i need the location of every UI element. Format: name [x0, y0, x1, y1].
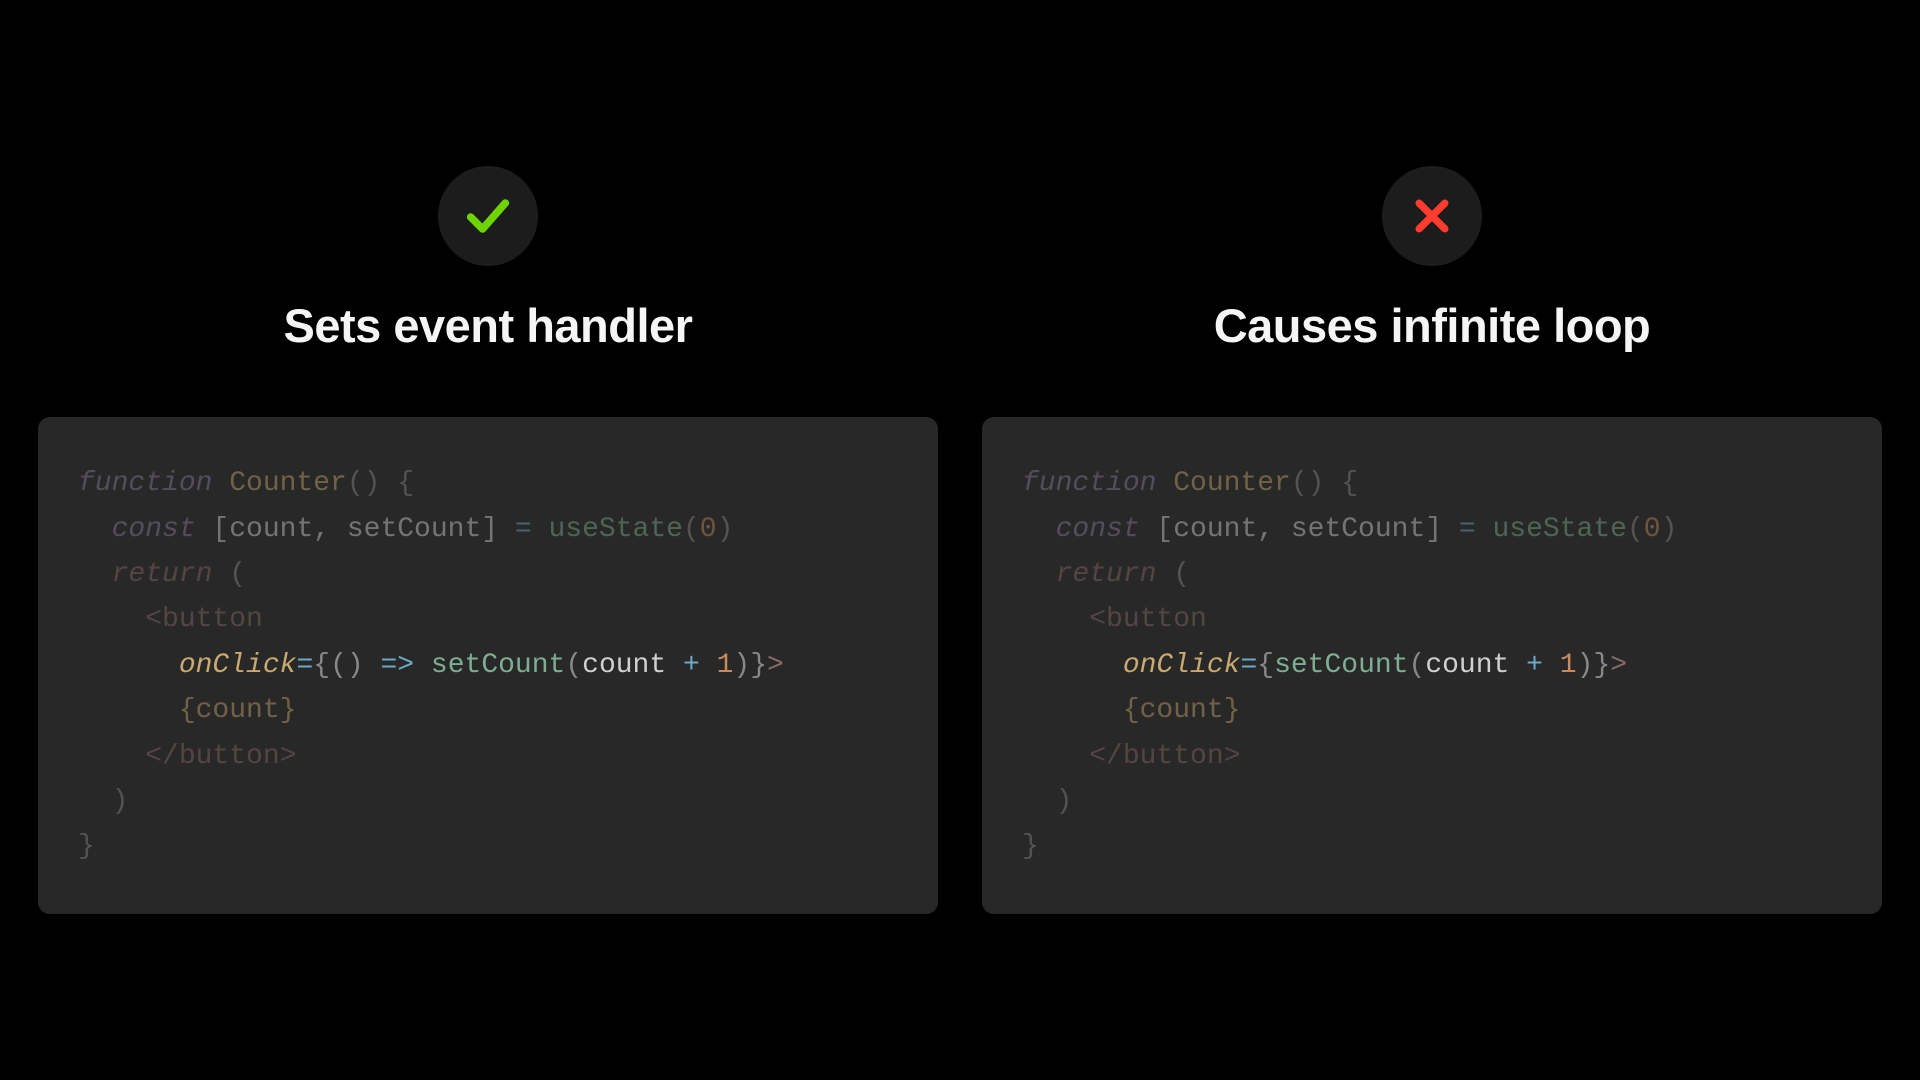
cross-icon [1410, 194, 1454, 238]
good-example-title: Sets event handler [284, 298, 693, 353]
cross-icon-circle [1382, 166, 1482, 266]
comparison-container: Sets event handler function Counter() { … [0, 166, 1920, 913]
bad-example-title: Causes infinite loop [1214, 298, 1651, 353]
good-example-panel: Sets event handler function Counter() { … [38, 166, 938, 913]
check-icon-circle [438, 166, 538, 266]
bad-example-code: function Counter() { const [count, setCo… [982, 417, 1882, 913]
bad-example-panel: Causes infinite loop function Counter() … [982, 166, 1882, 913]
check-icon [462, 190, 514, 242]
good-example-code: function Counter() { const [count, setCo… [38, 417, 938, 913]
